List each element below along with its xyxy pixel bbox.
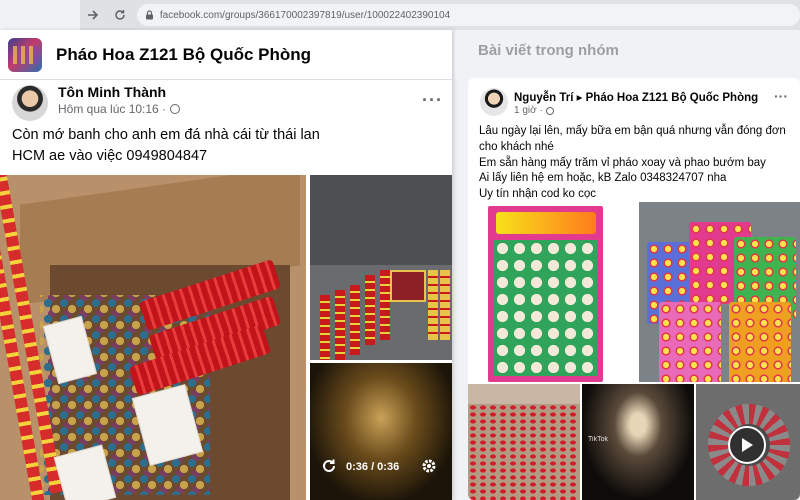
post-photo[interactable]: [639, 202, 800, 382]
photo-detail: [335, 290, 345, 360]
more-options-button[interactable]: ···: [422, 90, 443, 111]
group-thumbnail[interactable]: [8, 37, 42, 72]
play-icon: [742, 438, 753, 452]
post-time[interactable]: Hôm qua lúc 10:16 ·: [58, 102, 181, 116]
separator-icon: ▸: [576, 92, 583, 104]
post-photo-secondary[interactable]: [310, 175, 452, 360]
post-text-line: HCM ae vào việc 0949804847: [12, 148, 208, 164]
more-options-button[interactable]: ···: [774, 88, 788, 104]
post-photo[interactable]: [468, 202, 637, 382]
photo-detail: [494, 240, 597, 376]
browser-toolbar: facebook.com/groups/366170002397819/user…: [80, 0, 800, 30]
post-author-line: Nguyễn Trí ▸ Pháo Hoa Z121 Bộ Quốc Phòng: [514, 90, 758, 104]
post-text-line: Còn mớ banh cho anh em đá nhà cái từ thá…: [12, 127, 320, 143]
post-time-label: 1 giờ ·: [514, 105, 543, 116]
tiktok-watermark: TikTok: [588, 436, 608, 443]
avatar[interactable]: [480, 88, 508, 116]
reload-icon: [115, 10, 125, 20]
author-name[interactable]: Tôn Minh Thành: [58, 84, 166, 100]
gear-icon[interactable]: [420, 457, 438, 475]
photo-detail: [365, 275, 375, 345]
post-text-line: Lâu ngày lại lên, mấy bữa em bận quá như…: [479, 125, 786, 153]
author-name[interactable]: Nguyễn Trí: [514, 92, 573, 104]
globe-icon: [545, 106, 554, 115]
play-button[interactable]: [728, 426, 766, 464]
post-photo[interactable]: [468, 384, 580, 500]
feed-post-card: Nguyễn Trí ▸ Pháo Hoa Z121 Bộ Quốc Phòng…: [468, 78, 800, 500]
photo-detail: [320, 295, 330, 360]
feed-header: Bài viết trong nhóm: [478, 42, 619, 59]
post-time-label: Hôm qua lúc 10:16 ·: [58, 102, 167, 116]
photo-detail: [729, 302, 791, 382]
post-header: Tôn Minh Thành Hôm qua lúc 10:16 · ···: [0, 80, 452, 121]
reload-button[interactable]: [109, 4, 130, 26]
photo-detail: [390, 270, 426, 302]
address-bar[interactable]: facebook.com/groups/366170002397819/user…: [136, 4, 800, 26]
post-text: Còn mớ banh cho anh em đá nhà cái từ thá…: [12, 125, 442, 167]
post-text: Lâu ngày lại lên, mấy bữa em bận quá như…: [479, 124, 794, 203]
video-time: 0:36 / 0:36: [346, 461, 400, 473]
group-header: Pháo Hoa Z121 Bộ Quốc Phòng: [0, 30, 452, 80]
post-photo-main[interactable]: [0, 175, 306, 500]
arrow-right-icon: [87, 10, 98, 20]
photo-detail: [440, 270, 450, 340]
lock-icon: [145, 10, 154, 20]
photo-detail: [659, 302, 721, 382]
post-text-line: Em sẵn hàng mấy trăm vỉ pháo xoay và pha…: [479, 156, 766, 169]
post-video[interactable]: 0:36 / 0:36: [310, 363, 452, 500]
avatar[interactable]: [12, 85, 48, 121]
post-text-line: Uy tín nhận cod ko cọc: [479, 188, 596, 201]
photo-detail: [468, 404, 580, 500]
post-photo[interactable]: TikTok: [582, 384, 694, 500]
replay-icon[interactable]: [320, 457, 338, 475]
post-time[interactable]: 1 giờ ·: [514, 105, 554, 116]
globe-icon: [170, 104, 181, 114]
photo-detail: [350, 285, 360, 355]
photo-detail: [428, 270, 438, 340]
post-popup: Pháo Hoa Z121 Bộ Quốc Phòng Tôn Minh Thà…: [0, 30, 452, 500]
post-text-line: Ai lấy liên hệ em hoặc, kB Zalo 03483247…: [479, 172, 727, 185]
url-text: facebook.com/groups/366170002397819/user…: [159, 9, 451, 21]
forward-button[interactable]: [82, 4, 103, 26]
photo-detail: [496, 212, 596, 234]
photo-detail: [380, 270, 390, 340]
group-name[interactable]: Pháo Hoa Z121 Bộ Quốc Phòng: [586, 92, 759, 104]
post-video[interactable]: [696, 384, 800, 500]
group-name[interactable]: Pháo Hoa Z121 Bộ Quốc Phòng: [56, 45, 311, 65]
